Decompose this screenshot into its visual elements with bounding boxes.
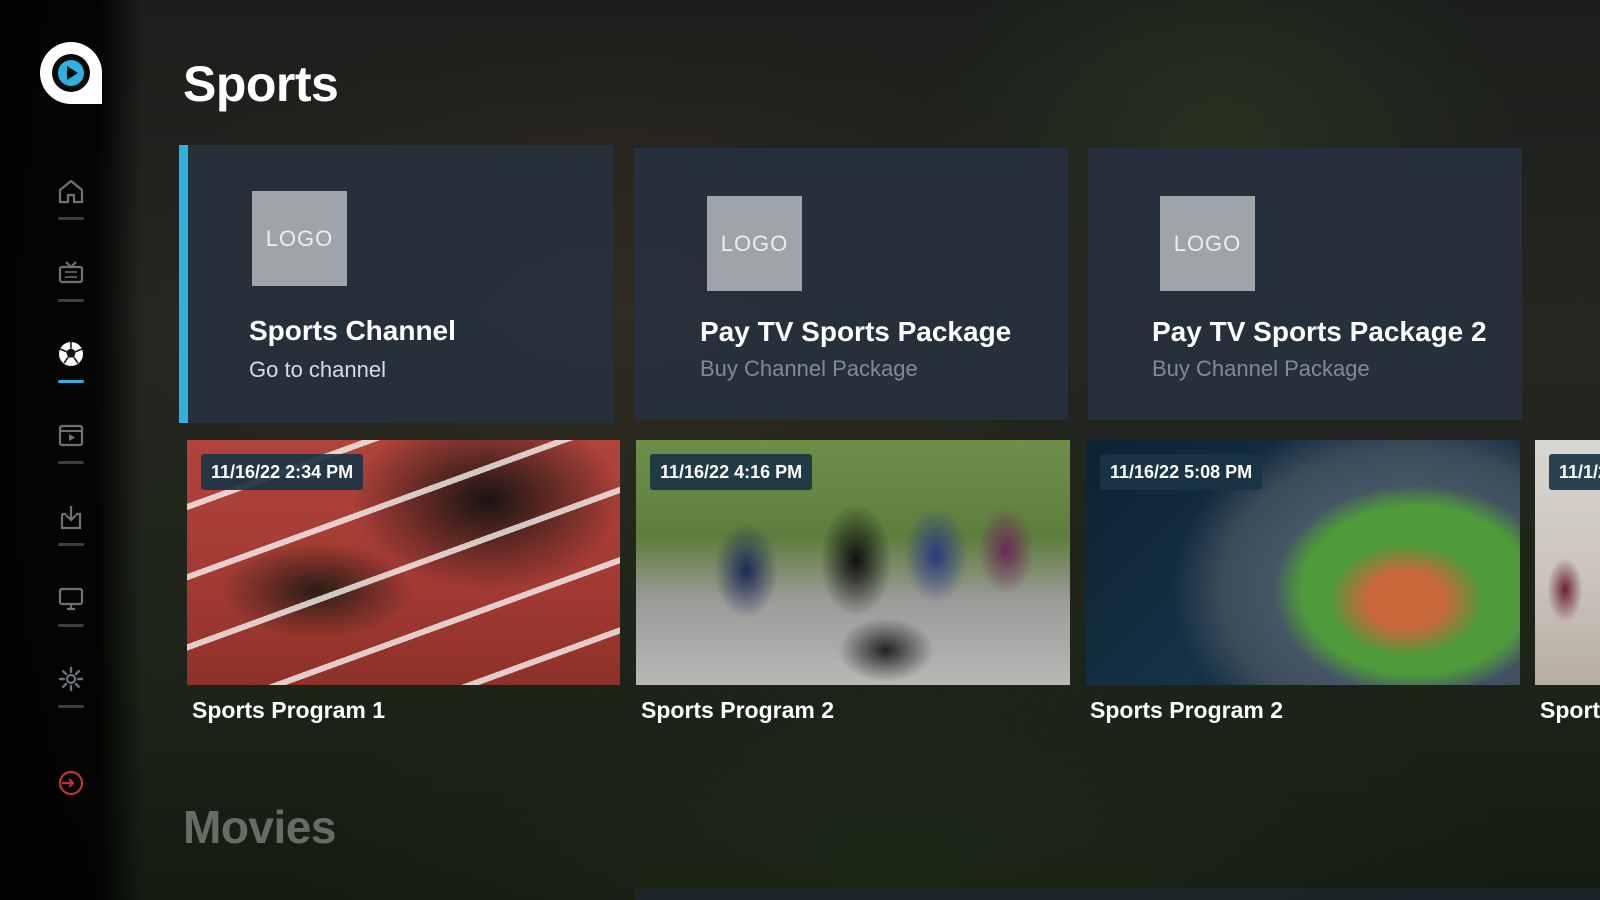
channel-title: Sports Channel	[249, 315, 456, 346]
tv-icon	[58, 261, 84, 284]
nav-active-indicator	[58, 380, 84, 383]
channel-card[interactable]: LOGO Pay TV Sports Package 2 Buy Channel…	[1088, 148, 1522, 420]
program-tile[interactable]: 11/16/22 4:16 PM	[636, 440, 1070, 685]
channel-card[interactable]: LOGO Sports Channel Go to channel	[179, 145, 613, 423]
soccer-ball-icon	[59, 342, 83, 366]
sidebar-item-home[interactable]	[50, 170, 92, 220]
program-date-badge: 11/16/22 2:34 PM	[201, 454, 364, 490]
channel-subtitle: Buy Channel Package	[1152, 356, 1370, 381]
channel-card[interactable]: LOGO Pay TV Sports Package Buy Channel P…	[634, 148, 1068, 420]
program-date-badge: 11/1/2	[1549, 454, 1600, 490]
nav-indicator	[58, 543, 84, 546]
channel-logo: LOGO	[1160, 196, 1255, 291]
film-icon	[58, 424, 84, 447]
sidebar-item-movies[interactable]	[50, 414, 92, 464]
home-icon	[58, 179, 84, 204]
nav-indicator	[58, 705, 84, 708]
download-icon	[60, 506, 82, 530]
nav-indicator	[58, 217, 84, 220]
gear-icon	[58, 666, 84, 692]
program-title: Sports	[1540, 697, 1600, 723]
program-tile[interactable]: 11/16/22 5:08 PM	[1086, 440, 1520, 685]
program-title: Sports Program 2	[1090, 697, 1283, 723]
program-tile[interactable]: 11/16/22 2:34 PM	[187, 440, 620, 685]
nav-indicator	[58, 624, 84, 627]
screen-icon	[58, 587, 84, 611]
sidebar-item-downloads[interactable]	[50, 496, 92, 546]
nav-indicator	[58, 461, 84, 464]
section-title-movies: Movies	[183, 801, 336, 853]
channel-subtitle: Go to channel	[249, 357, 386, 382]
channel-logo: LOGO	[252, 191, 347, 286]
sidebar-item-logout[interactable]	[50, 762, 92, 804]
section-title-sports: Sports	[183, 56, 339, 112]
play-bubble-logo-icon	[39, 42, 102, 104]
program-date-badge: 11/16/22 4:16 PM	[650, 454, 813, 490]
nav-indicator	[58, 299, 84, 302]
program-date-badge: 11/16/22 5:08 PM	[1100, 454, 1263, 490]
app-logo[interactable]	[36, 38, 106, 108]
movies-row-peek	[635, 888, 1600, 900]
channel-title: Pay TV Sports Package	[700, 316, 1012, 347]
sidebar-item-tv[interactable]	[50, 252, 92, 302]
sidebar-item-settings[interactable]	[50, 658, 92, 708]
program-tile[interactable]: 11/1/2	[1535, 440, 1600, 685]
channel-logo: LOGO	[707, 196, 802, 291]
sidebar-item-sports[interactable]	[50, 333, 92, 383]
logout-icon	[58, 770, 84, 796]
channel-title: Pay TV Sports Package 2	[1152, 316, 1487, 347]
sidebar-nav	[0, 0, 142, 900]
program-title: Sports Program 1	[192, 697, 385, 723]
channel-subtitle: Buy Channel Package	[700, 356, 918, 381]
program-title: Sports Program 2	[641, 697, 834, 723]
sidebar-item-screen[interactable]	[50, 577, 92, 627]
